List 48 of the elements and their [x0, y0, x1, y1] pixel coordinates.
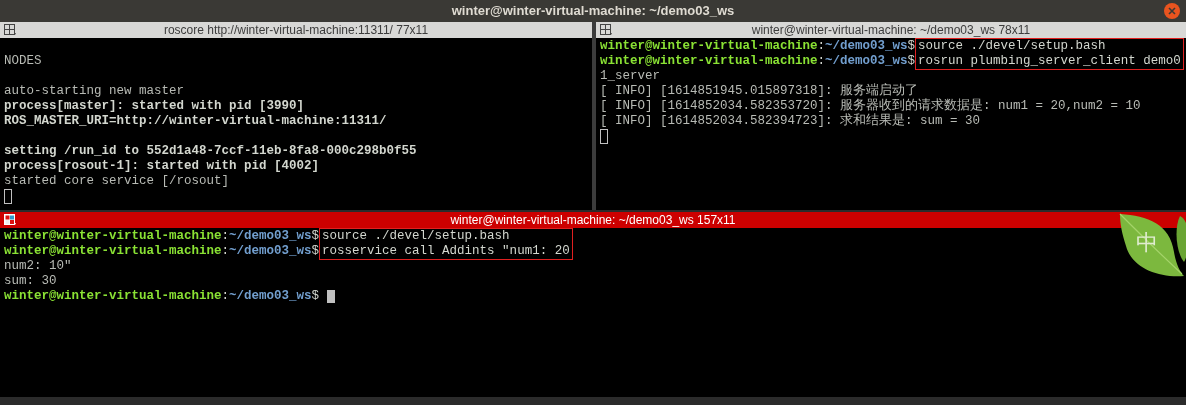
prompt-path: ~/demo03_ws	[229, 289, 312, 304]
output-line: num2: 10"	[4, 259, 73, 274]
prompt-colon: :	[221, 229, 230, 244]
output-line: sum: 30	[4, 274, 58, 289]
prompt-path: ~/demo03_ws	[825, 39, 908, 54]
split-icon[interactable]	[4, 214, 17, 226]
prompt-user: winter@winter-virtual-machine	[4, 289, 222, 304]
output-line: [ INFO] [1614851945.015897318]: 服务端启动了	[600, 84, 920, 98]
prompt-user: winter@winter-virtual-machine	[600, 54, 818, 69]
prompt-colon: :	[221, 289, 230, 304]
prompt-symbol: $	[907, 54, 916, 69]
prompt-colon: :	[817, 39, 826, 54]
split-icon[interactable]	[600, 24, 613, 36]
output-line: auto-starting new master	[4, 84, 186, 99]
pane-title: winter@winter-virtual-machine: ~/demo03_ws 78x11	[751, 22, 1031, 39]
ime-label: 中	[1136, 229, 1158, 257]
prompt-path: ~/demo03_ws	[825, 54, 908, 69]
window-title: winter@winter-virtual-machine: ~/demo03_ws	[451, 2, 735, 21]
output-line: process[rosout-1]: started with pid [4002]	[4, 159, 321, 174]
output-line: setting /run_id to 552d1a48-7ccf-11eb-8fa8-000c298b0f55	[4, 144, 418, 159]
output-line: [ INFO] [1614852034.582353720]: 服务器收到的请求数据是: num1 = 20,num2 = 10	[600, 99, 1142, 113]
command-text: source ./devel/setup.bash	[918, 39, 1107, 54]
output-line: NODES	[4, 54, 43, 69]
prompt-symbol: $	[311, 289, 320, 304]
output-line: [ INFO] [1614852034.582394723]: 求和结果是: sum = 30	[600, 114, 982, 129]
prompt-symbol: $	[311, 229, 320, 244]
command-text: rosservice call Addints "num1: 20	[322, 244, 570, 259]
prompt-colon: :	[817, 54, 826, 69]
prompt-user: winter@winter-virtual-machine	[4, 244, 222, 259]
split-icon[interactable]	[4, 24, 17, 36]
command-text: rosrun plumbing_server_client demo0	[918, 54, 1181, 69]
prompt-symbol: $	[311, 244, 320, 259]
close-icon	[1168, 7, 1176, 15]
prompt-symbol: $	[907, 39, 916, 54]
close-button[interactable]	[1164, 3, 1180, 19]
pane-title: roscore http://winter-virtual-machine:11311/ 77x11	[163, 22, 429, 39]
prompt-user: winter@winter-virtual-machine	[4, 229, 222, 244]
output-line: process[master]: started with pid [3990]	[4, 99, 306, 114]
pane-title: winter@winter-virtual-machine: ~/demo03_ws 157x11	[450, 212, 736, 229]
output-line: 1_server	[600, 69, 661, 84]
prompt-path: ~/demo03_ws	[229, 229, 312, 244]
input-method-indicator[interactable]: 中	[1118, 212, 1186, 278]
prompt-colon: :	[221, 244, 230, 259]
prompt-user: winter@winter-virtual-machine	[600, 39, 818, 54]
command-text: source ./devel/setup.bash	[322, 229, 511, 244]
output-line: ROS_MASTER_URI=http://winter-virtual-machine:11311/	[4, 114, 388, 129]
prompt-path: ~/demo03_ws	[229, 244, 312, 259]
output-line: started core service [/rosout]	[4, 174, 231, 189]
